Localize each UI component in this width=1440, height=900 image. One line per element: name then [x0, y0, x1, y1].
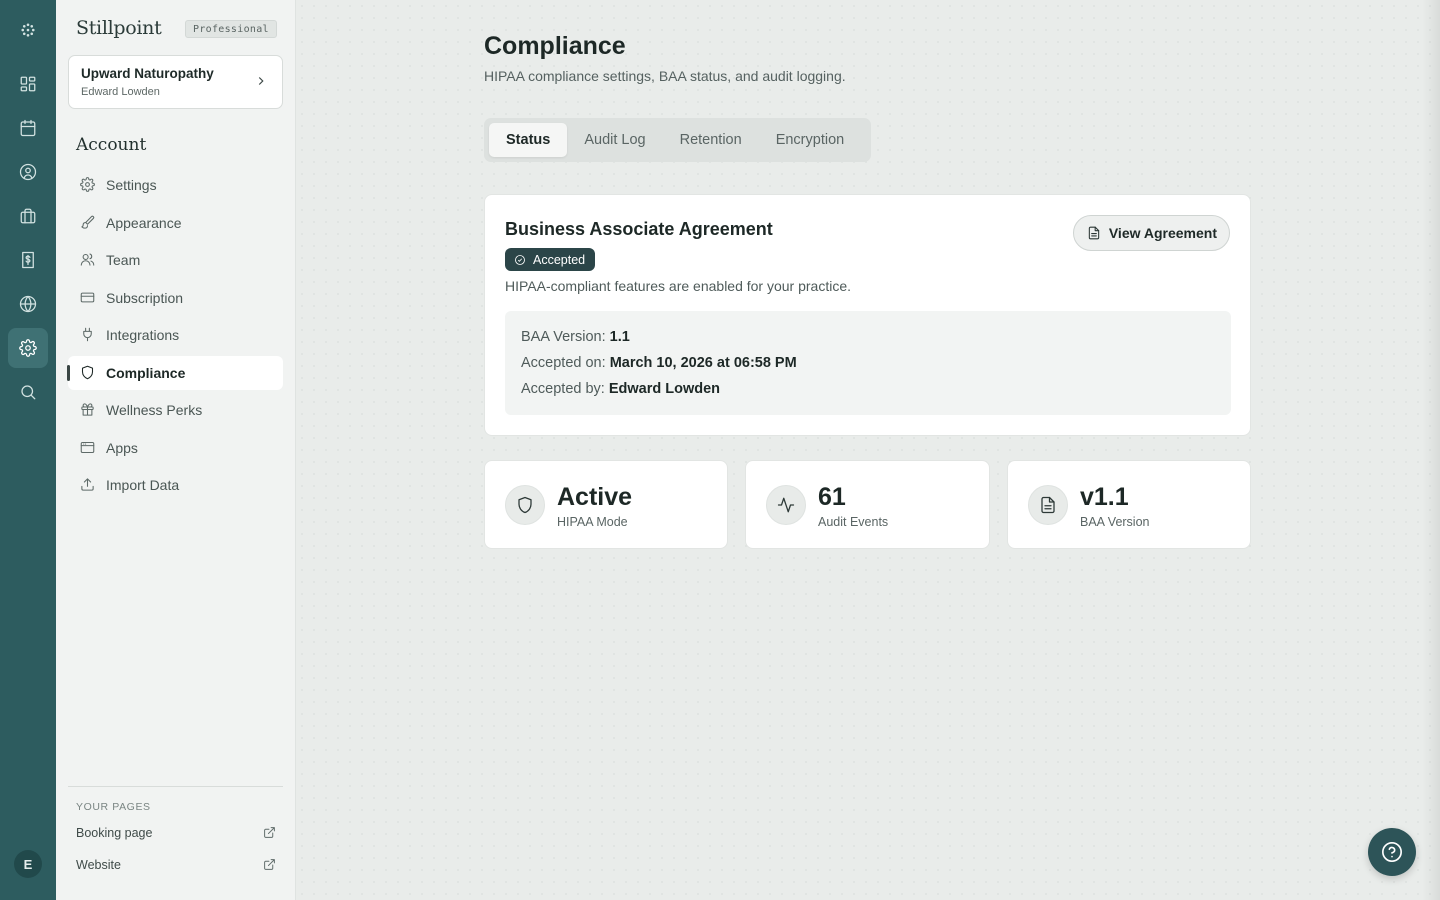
sidebar-item-label: Wellness Perks [106, 402, 203, 418]
baa-card: Business Associate Agreement Accepted HI… [484, 194, 1251, 436]
calendar-icon[interactable] [8, 108, 48, 148]
sidebar-item-settings[interactable]: Settings [68, 168, 283, 202]
sidebar-item-label: Import Data [106, 477, 180, 493]
account-nav: Settings Appearance Team Subscription In… [67, 168, 283, 506]
clients-icon[interactable] [8, 152, 48, 192]
stat-card-hipaa-mode: Active HIPAA Mode [484, 460, 728, 549]
detail-value: Edward Lowden [608, 381, 721, 397]
tab-encryption[interactable]: Encryption [759, 123, 862, 157]
search-icon[interactable] [8, 372, 48, 412]
users-icon [80, 252, 96, 268]
practice-name: Upward Naturopathy [81, 66, 214, 81]
sidebar-item-label: Settings [106, 177, 157, 193]
tab-audit-log[interactable]: Audit Log [567, 123, 662, 157]
settings-icon[interactable] [8, 328, 48, 368]
gear-icon [80, 177, 96, 193]
activity-icon [766, 485, 806, 525]
accepted-by-row: Accepted by: Edward Lowden [521, 378, 1215, 404]
baa-description: HIPAA-compliant features are enabled for… [505, 278, 852, 294]
help-circle-icon [1382, 842, 1402, 862]
button-label: View Agreement [1108, 225, 1217, 241]
brush-icon [80, 215, 96, 231]
section-title: Account [76, 135, 147, 155]
view-agreement-button[interactable]: View Agreement [1072, 215, 1230, 251]
sidebar-item-label: Appearance [106, 214, 182, 231]
detail-label: Accepted by: [521, 381, 605, 397]
plan-badge: Professional [185, 20, 277, 38]
brand-logo[interactable]: Stillpoint [76, 17, 162, 39]
stat-label: HIPAA Mode [557, 515, 628, 529]
sidebar-item-apps[interactable]: Apps [68, 431, 283, 465]
help-button[interactable] [1368, 828, 1416, 876]
upload-icon [80, 477, 96, 493]
baa-title: Business Associate Agreement [505, 219, 773, 239]
document-icon [1028, 485, 1068, 525]
plug-icon [80, 327, 96, 343]
website-link[interactable]: Website [76, 858, 276, 872]
sidebar-item-integrations[interactable]: Integrations [68, 318, 283, 352]
logo-icon[interactable] [8, 10, 48, 50]
shield-icon [505, 485, 545, 525]
sidebar-item-import-data[interactable]: Import Data [68, 468, 283, 502]
baa-version-row: BAA Version: 1.1 [521, 326, 1215, 352]
external-link-icon [263, 826, 276, 842]
sidebar-item-label: Compliance [106, 364, 186, 381]
user-avatar[interactable]: E [14, 850, 42, 878]
page-title: Compliance [484, 32, 626, 60]
tab-status[interactable]: Status [489, 123, 568, 157]
booking-page-link[interactable]: Booking page [76, 826, 276, 840]
your-pages-heading: YOUR PAGES [76, 801, 151, 813]
sidebar-item-label: Integrations [106, 327, 180, 343]
stat-value: v1.1 [1080, 483, 1129, 511]
status-badge: Accepted [505, 248, 596, 271]
scroll-edge [1422, 0, 1440, 900]
status-label: Accepted [533, 252, 586, 267]
sidebar-item-wellness-perks[interactable]: Wellness Perks [68, 393, 283, 427]
baa-details: BAA Version: 1.1 Accepted on: March 10, … [505, 311, 1231, 415]
detail-label: Accepted on: [521, 355, 606, 371]
icon-rail: E [0, 0, 56, 900]
shield-icon [80, 365, 96, 381]
page-subtitle: HIPAA compliance settings, BAA status, a… [484, 68, 846, 84]
stat-label: Audit Events [818, 515, 889, 529]
stat-value: Active [557, 483, 633, 511]
practice-owner: Edward Lowden [81, 86, 160, 98]
stat-card-baa-version: v1.1 BAA Version [1007, 460, 1251, 549]
detail-label: BAA Version: [521, 329, 606, 345]
compliance-tabs: Status Audit Log Retention Encryption [484, 118, 871, 162]
website-icon[interactable] [8, 284, 48, 324]
services-icon[interactable] [8, 196, 48, 236]
app-window-icon [80, 440, 96, 456]
stat-label: BAA Version [1080, 515, 1150, 529]
sidebar-item-appearance[interactable]: Appearance [68, 206, 283, 240]
credit-card-icon [80, 290, 96, 306]
tab-retention[interactable]: Retention [663, 123, 759, 157]
gift-icon [80, 402, 96, 418]
external-link-icon [263, 858, 276, 874]
main-content: Compliance HIPAA compliance settings, BA… [296, 0, 1440, 900]
practice-switcher[interactable]: Upward Naturopathy Edward Lowden [68, 55, 283, 109]
sidebar-item-compliance[interactable]: Compliance [67, 355, 283, 390]
chevron-right-icon [254, 74, 268, 93]
document-icon [1088, 226, 1100, 240]
link-label: Website [76, 858, 121, 872]
accepted-on-row: Accepted on: March 10, 2026 at 06:58 PM [521, 352, 1215, 378]
check-circle-icon [515, 254, 525, 265]
stat-card-audit-events: 61 Audit Events [745, 460, 990, 549]
sidebar-item-label: Subscription [106, 289, 184, 306]
stat-value: 61 [818, 483, 846, 511]
link-label: Booking page [76, 826, 153, 840]
account-sidebar: Stillpoint Professional Upward Naturopat… [56, 0, 296, 900]
sidebar-item-subscription[interactable]: Subscription [68, 281, 283, 315]
billing-icon[interactable] [8, 240, 48, 280]
sidebar-item-label: Apps [106, 439, 138, 456]
dashboard-icon[interactable] [8, 64, 48, 104]
sidebar-item-team[interactable]: Team [68, 243, 283, 277]
sidebar-item-label: Team [106, 252, 141, 268]
detail-value: March 10, 2026 at 06:58 PM [609, 355, 797, 371]
detail-value: 1.1 [609, 329, 630, 345]
sidebar-divider [68, 786, 283, 787]
